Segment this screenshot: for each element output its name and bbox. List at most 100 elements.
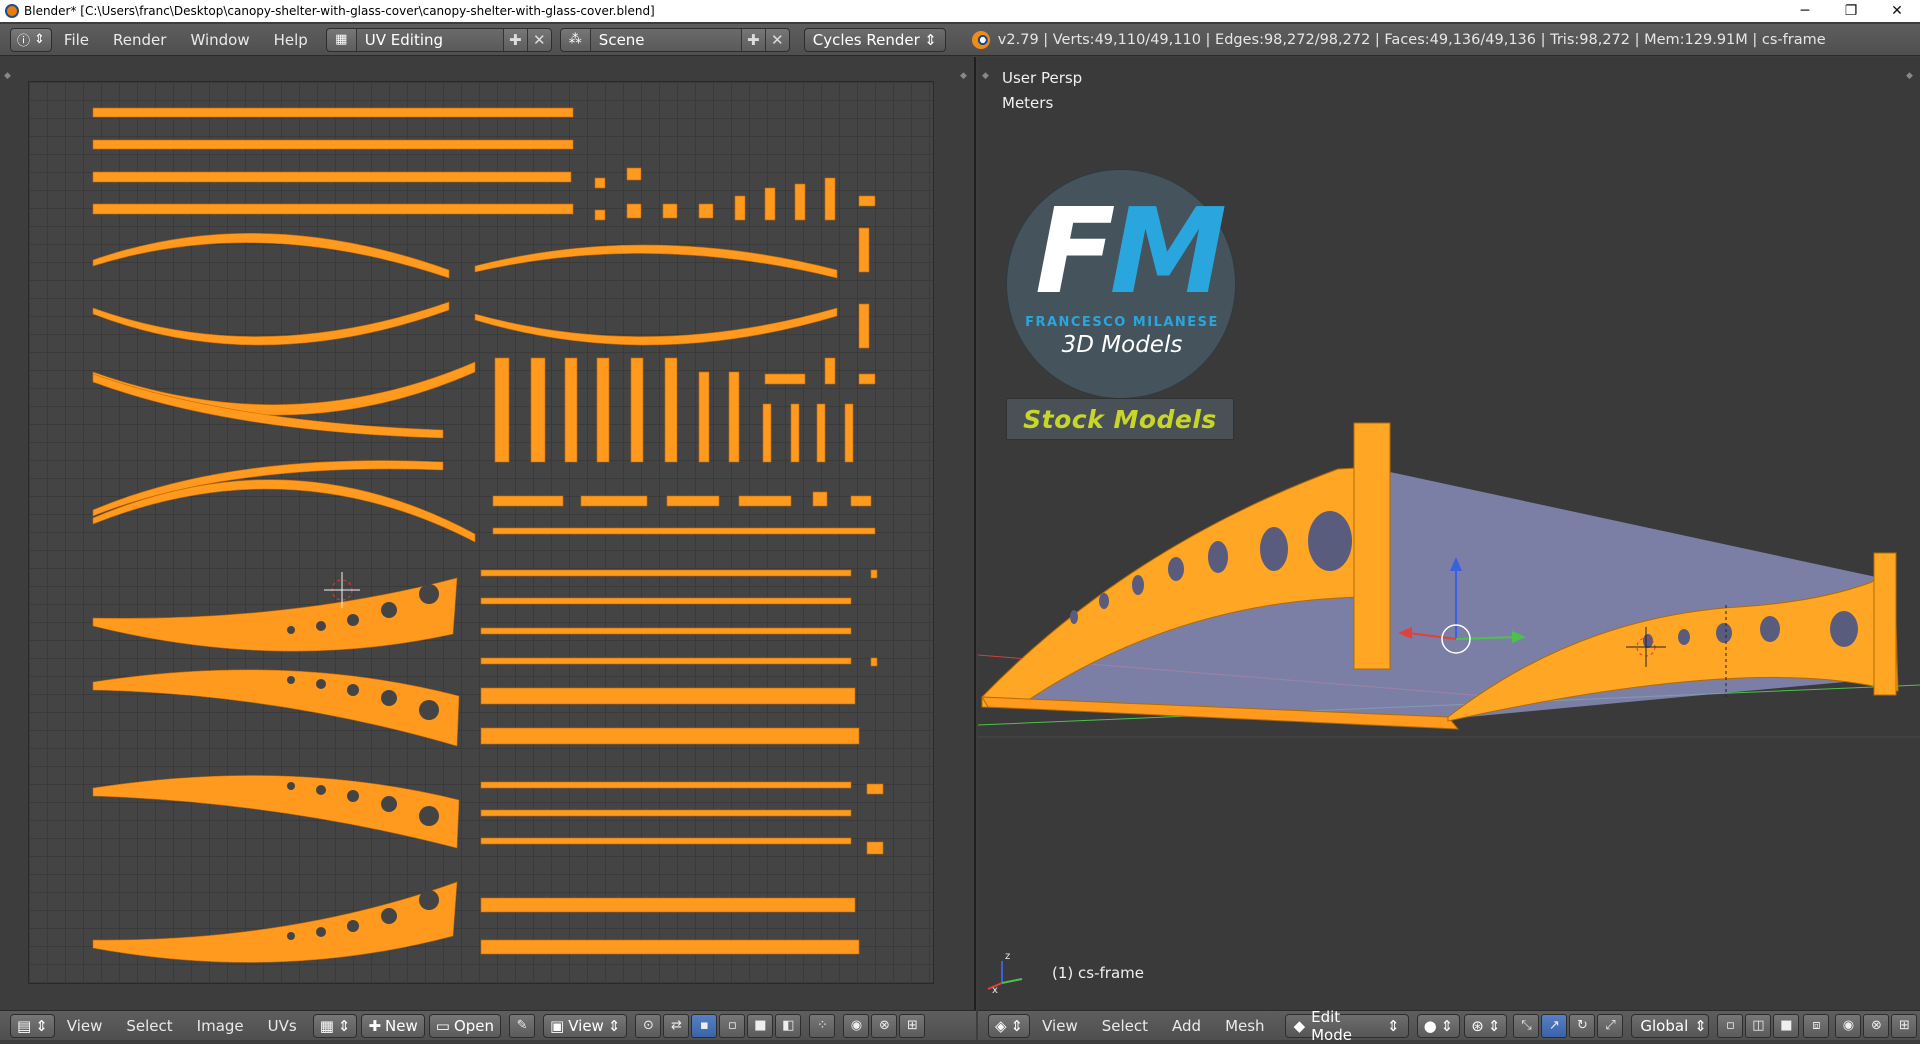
uv-island	[92, 669, 460, 747]
sticky-select-icon[interactable]: ⁘	[809, 1013, 836, 1038]
editor-type-selector[interactable]: ▤ ⇕	[10, 1013, 55, 1038]
menu-add[interactable]: Add	[1160, 1010, 1213, 1042]
chevron-updown-icon: ⇕	[35, 1016, 48, 1035]
3d-viewport[interactable]: ◆ ◆ User Persp Meters z x FM FRANCESCO M…	[978, 57, 1920, 1010]
delete-scene-icon[interactable]: ✕	[764, 28, 789, 51]
uv-island	[666, 495, 720, 507]
render-engine-dropdown[interactable]: Cycles Render ⇕	[803, 27, 946, 52]
menu-select[interactable]: Select	[114, 1010, 184, 1042]
snap-icon[interactable]: ⊗	[871, 1013, 898, 1038]
add-scene-icon[interactable]: ✚	[740, 28, 765, 51]
scene-selector[interactable]: ⁂ Scene ✚ ✕	[559, 27, 790, 52]
menu-file[interactable]: File	[52, 24, 101, 56]
scene-icon: ⁂	[561, 28, 591, 51]
image-view-mode-dropdown[interactable]: ▣ View ⇕	[543, 1013, 628, 1038]
close-button[interactable]: ✕	[1874, 0, 1920, 22]
snap-icon[interactable]: ⊗	[1863, 1013, 1890, 1038]
interaction-mode-dropdown[interactable]: ◆ Edit Mode ⇕	[1284, 1008, 1409, 1044]
pivot-point-dropdown[interactable]: ⊛ ⇕	[1464, 1013, 1508, 1038]
uv-island	[480, 809, 852, 817]
view-mode-icon: ▣	[550, 1016, 565, 1035]
sync-selection-icon[interactable]: ⇄	[663, 1013, 690, 1038]
uv-island	[92, 361, 476, 416]
uv-island	[734, 195, 746, 221]
uv-island	[664, 357, 678, 463]
chevron-updown-icon: ⇕	[607, 1016, 621, 1035]
menu-view[interactable]: View	[1030, 1010, 1090, 1042]
uv-island	[564, 357, 578, 463]
uv-island	[492, 527, 876, 535]
edge-select-icon[interactable]: ▫	[719, 1013, 746, 1038]
new-image-button[interactable]: ✚ New	[361, 1013, 425, 1038]
editor-type-selector[interactable]: ⓘ ⇕	[10, 27, 52, 52]
uv-island	[92, 577, 458, 652]
axis-z-label: z	[1005, 951, 1010, 962]
vertex-select-mode-icon[interactable]: ▫	[1717, 1013, 1744, 1038]
menu-window[interactable]: Window	[178, 24, 261, 56]
uv-image-editor[interactable]: ◆ ◆	[0, 57, 976, 1010]
chevron-updown-icon: ⇕	[1440, 1016, 1454, 1035]
scene-name[interactable]: Scene	[590, 28, 741, 51]
active-object-label: (1) cs-frame	[1052, 964, 1144, 982]
maximize-button[interactable]: ❐	[1828, 0, 1874, 22]
screen-layout-selector[interactable]: ▦ UV Editing ✚ ✕	[325, 27, 552, 52]
editor-type-selector[interactable]: ◈ ⇕	[988, 1013, 1031, 1038]
region-toggle-icon[interactable]: ◆	[960, 71, 970, 81]
menu-mesh[interactable]: Mesh	[1213, 1010, 1277, 1042]
uv-island	[594, 177, 606, 189]
uv-island	[480, 657, 852, 665]
menu-uvs[interactable]: UVs	[256, 1010, 309, 1042]
open-image-button[interactable]: ▭ Open	[428, 1013, 502, 1038]
uv-grid-canvas[interactable]	[28, 81, 934, 984]
stock-models-badge: Stock Models	[1006, 398, 1234, 440]
info-header: ⓘ ⇕ File Render Window Help ▦ UV Editing …	[0, 24, 1920, 56]
transform-orientation-dropdown[interactable]: Global ⇕	[1631, 1013, 1710, 1038]
face-select-mode-icon[interactable]: ■	[1773, 1013, 1800, 1038]
scale-manipulator-icon[interactable]: ⤢	[1597, 1013, 1624, 1038]
edge-select-mode-icon[interactable]: ◫	[1745, 1013, 1772, 1038]
island-select-icon[interactable]: ◧	[775, 1013, 802, 1038]
menu-view[interactable]: View	[55, 1010, 115, 1042]
uv-island	[92, 171, 572, 183]
menu-image[interactable]: Image	[185, 1010, 256, 1042]
region-toggle-icon[interactable]: ◆	[4, 71, 14, 81]
manipulator-toggle-icon[interactable]: ⤡	[1513, 1013, 1540, 1038]
image-browse-icon: ▦	[319, 1016, 334, 1035]
uv-island	[764, 373, 806, 385]
delete-layout-icon[interactable]: ✕	[526, 28, 551, 51]
occlude-geometry-icon[interactable]: ⧈	[1803, 1013, 1830, 1038]
uv-island	[480, 837, 852, 845]
uv-island	[698, 203, 714, 219]
uv-island	[580, 495, 648, 507]
snap-target-icon[interactable]: ⊞	[899, 1013, 926, 1038]
uv-island	[92, 301, 450, 346]
chevron-updown-icon: ⇕	[337, 1016, 351, 1035]
snap-target-icon[interactable]: ⊞	[1891, 1013, 1918, 1038]
pin-icon[interactable]: ✎	[509, 1013, 536, 1038]
proportional-edit-icon[interactable]: ◉	[1835, 1013, 1862, 1038]
blender-app-icon	[5, 4, 19, 18]
uv-island	[762, 403, 772, 463]
uv-islands	[92, 107, 884, 963]
image-browse-button[interactable]: ▦ ⇕	[312, 1013, 358, 1038]
minimize-button[interactable]: ─	[1782, 0, 1828, 22]
proportional-edit-icon[interactable]: ◉	[843, 1013, 870, 1038]
vertex-select-icon[interactable]: ▪	[691, 1013, 718, 1038]
viewport-shading-dropdown[interactable]: ● ⇕	[1416, 1013, 1461, 1038]
menu-select[interactable]: Select	[1090, 1010, 1160, 1042]
face-select-icon[interactable]: ■	[747, 1013, 774, 1038]
rotate-manipulator-icon[interactable]: ↻	[1569, 1013, 1596, 1038]
chevron-updown-icon: ⇕	[1386, 1016, 1400, 1035]
screen-layout-name[interactable]: UV Editing	[356, 28, 503, 51]
francesco-milanese-logo: FM FRANCESCO MILANESE 3D Models	[1006, 169, 1236, 399]
add-layout-icon[interactable]: ✚	[502, 28, 527, 51]
uv-island	[480, 597, 852, 605]
uv-island	[626, 203, 642, 219]
chevron-updown-icon: ⇕	[34, 32, 45, 47]
menu-help[interactable]: Help	[262, 24, 320, 56]
menu-render[interactable]: Render	[101, 24, 178, 56]
uv-island	[866, 783, 884, 795]
translate-manipulator-icon[interactable]: ↗	[1541, 1013, 1568, 1038]
pivot-icon[interactable]: ⊙	[635, 1013, 662, 1038]
uv-island	[480, 897, 856, 913]
